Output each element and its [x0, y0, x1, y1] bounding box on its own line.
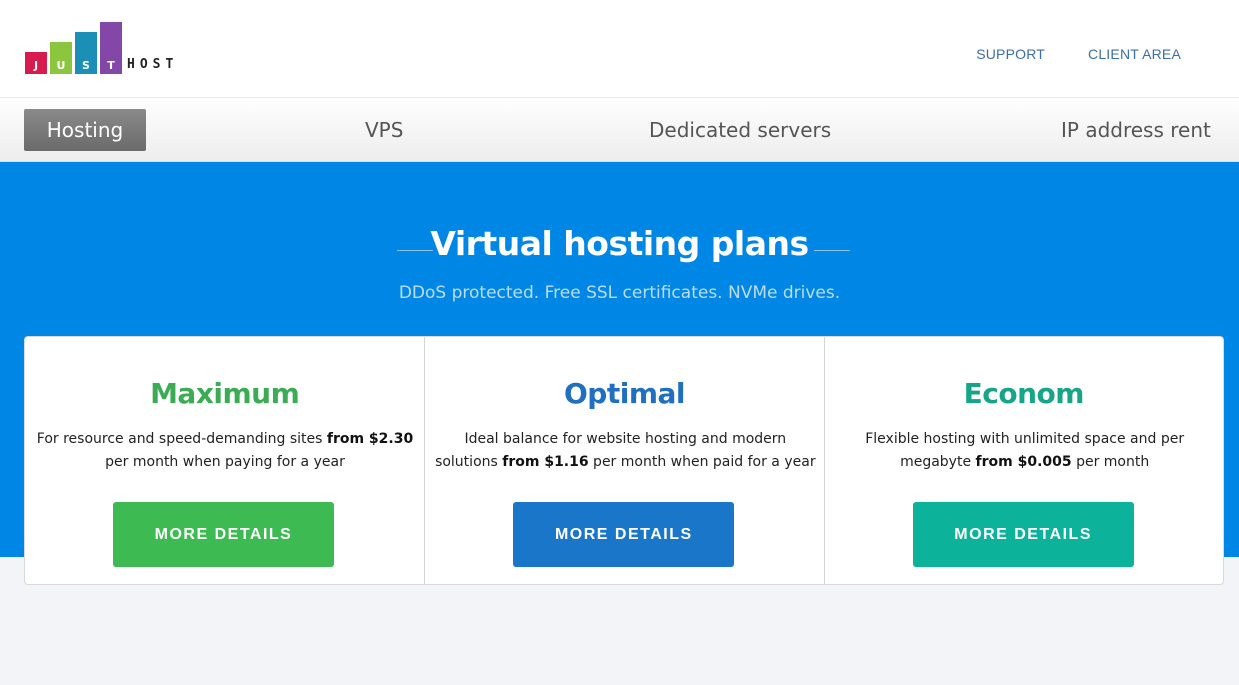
plan-price: from $1.16: [502, 454, 589, 470]
plan-description: Ideal balance for website hosting and mo…: [435, 431, 816, 470]
more-details-button[interactable]: MORE DETAILS: [513, 502, 735, 567]
hero-subtitle: DDoS protected. Free SSL certificates. N…: [398, 283, 841, 303]
site-header: J U S T HOST SUPPORT CLIENT AREA: [0, 0, 1239, 98]
plan-card-econom: Econom Flexible hosting with unlimited s…: [823, 337, 1223, 584]
nav-tab-hosting[interactable]: Hosting: [24, 109, 146, 151]
nav-tab-dedicated-servers[interactable]: Dedicated servers: [649, 109, 831, 151]
justhost-logo[interactable]: J U S T HOST: [25, 22, 195, 78]
plan-title: Optimal: [563, 377, 686, 410]
plan-cards: Maximum For resource and speed-demanding…: [24, 336, 1224, 585]
plan-price: from $2.30: [326, 431, 414, 447]
logo-letter-t: T: [107, 59, 115, 72]
client-area-link[interactable]: CLIENT AREA: [1088, 46, 1181, 62]
logo-host-text: HOST: [127, 57, 179, 72]
top-links: SUPPORT CLIENT AREA: [976, 46, 1181, 62]
nav-tab-vps[interactable]: VPS: [365, 109, 403, 151]
nav-tab-ip-address-rent[interactable]: IP address rent: [1061, 109, 1211, 151]
logo-bar-u: U: [50, 42, 72, 74]
plan-price: from $0.005: [975, 454, 1072, 470]
plan-description: For resource and speed-demanding sites f…: [36, 431, 414, 470]
plan-card-optimal: Optimal Ideal balance for website hostin…: [424, 337, 823, 584]
plan-card-maximum: Maximum For resource and speed-demanding…: [25, 337, 424, 584]
plan-title: Econom: [963, 377, 1085, 410]
logo-bar-s: S: [75, 32, 97, 74]
logo-bar-t: T: [100, 22, 122, 74]
main-nav: Hosting VPS Dedicated servers IP address…: [0, 98, 1239, 162]
plan-title: Maximum: [150, 377, 300, 410]
title-divider-right: [814, 250, 850, 251]
more-details-button[interactable]: MORE DETAILS: [113, 502, 334, 567]
logo-bar-j: J: [25, 52, 47, 74]
hero-title: Virtual hosting plans: [430, 224, 809, 263]
logo-letter-u: U: [56, 59, 66, 72]
logo-letter-j: J: [33, 59, 39, 72]
more-details-button[interactable]: MORE DETAILS: [912, 502, 1134, 567]
support-link[interactable]: SUPPORT: [976, 46, 1045, 62]
plan-description: Flexible hosting with unlimited space an…: [865, 431, 1185, 470]
logo-letter-s: S: [82, 59, 90, 72]
